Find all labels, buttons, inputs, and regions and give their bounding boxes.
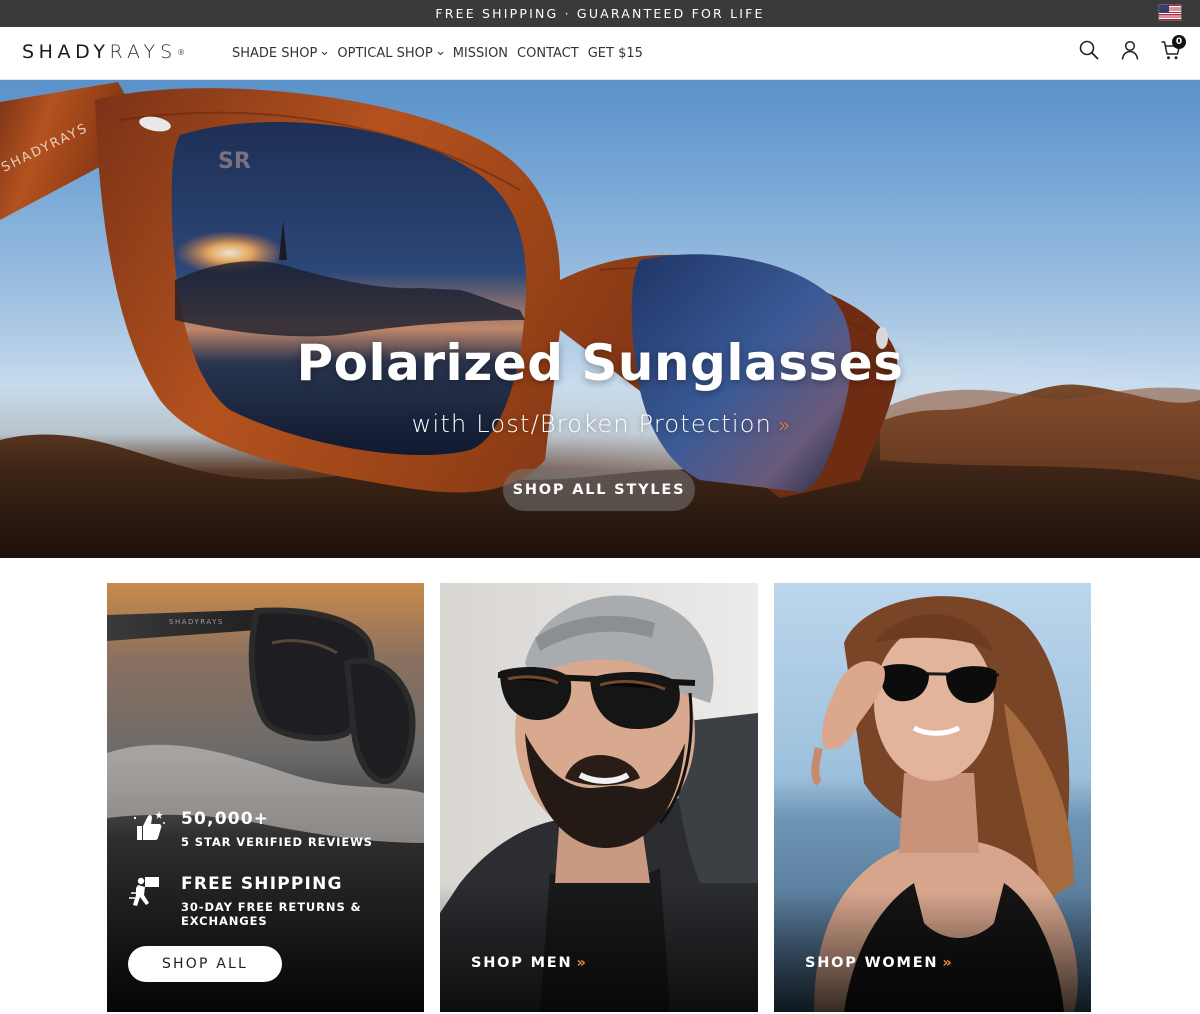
chevron-down-icon <box>322 51 328 56</box>
delivery-person-icon <box>129 877 159 906</box>
shop-all-button[interactable]: SHOP ALL <box>128 946 282 982</box>
woman-with-sunglasses-image <box>774 583 1091 1012</box>
nav-item-label: GET $15 <box>587 46 643 61</box>
nav-item-optical-shop[interactable]: OPTICAL SHOP <box>337 46 444 61</box>
nav-item-mission[interactable]: MISSION <box>453 46 508 61</box>
nav-item-contact[interactable]: CONTACT <box>517 46 579 61</box>
site-header: SHADYRAYS® SHADE SHOP OPTICAL SHOP MISSI… <box>0 27 1200 80</box>
double-chevron-icon: » <box>576 955 585 971</box>
cart-icon[interactable]: 0 <box>1160 35 1186 61</box>
announcement-bar: FREE SHIPPING · GUARANTEED FOR LIFE <box>0 0 1200 27</box>
nav-item-label: MISSION <box>452 46 509 61</box>
nav-item-label: SHADE SHOP <box>232 46 318 61</box>
header-icons: 0 <box>1078 35 1186 61</box>
lens-mark-text: SR <box>218 149 251 174</box>
us-flag-icon[interactable] <box>1159 5 1181 20</box>
nav-item-label: OPTICAL SHOP <box>337 46 433 61</box>
nav-item-label: CONTACT <box>517 46 579 61</box>
double-chevron-icon: » <box>778 413 790 437</box>
hero-title: Polarized Sunglasses <box>296 334 904 392</box>
search-icon[interactable] <box>1078 39 1100 61</box>
tile-shop-men[interactable]: SHOP MEN» <box>440 583 758 1012</box>
announcement-text: FREE SHIPPING · GUARANTEED FOR LIFE <box>435 6 765 21</box>
shipping-title: FREE SHIPPING <box>181 874 343 894</box>
logo-rays: RAYS <box>109 41 178 63</box>
tile-shop-women[interactable]: SHOP WOMEN» <box>774 583 1091 1012</box>
shop-women-link[interactable]: SHOP WOMEN» <box>805 955 952 971</box>
chevron-down-icon <box>437 51 444 56</box>
account-icon[interactable] <box>1119 39 1141 61</box>
shop-all-styles-button[interactable]: SHOP ALL STYLES <box>503 469 695 511</box>
thumbs-up-icon <box>133 811 165 840</box>
nav-item-get-15[interactable]: GET $15 <box>588 46 643 61</box>
shop-men-label: SHOP MEN <box>471 955 573 971</box>
logo-shady: SHADY <box>22 41 110 63</box>
logo[interactable]: SHADYRAYS® <box>22 41 185 63</box>
reviews-count: 50,000+ <box>181 809 270 829</box>
reviews-feature: 50,000+ 5 STAR VERIFIED REVIEWS <box>129 808 373 849</box>
cart-count-badge: 0 <box>1172 35 1186 49</box>
shop-women-label: SHOP WOMEN <box>805 955 939 971</box>
shipping-text: 30-DAY FREE RETURNS & EXCHANGES <box>181 900 362 928</box>
hero-subtitle: with Lost/Broken Protection <box>411 410 773 438</box>
hero-banner: SHADYRAYS SR Polarized Sunglasses with L… <box>0 80 1200 558</box>
tile-shop-all[interactable]: SHADYRAYS 50,000+ 5 STAR VERIFIED REVIEW… <box>107 583 424 1012</box>
shipping-feature: FREE SHIPPING 30-DAY FREE RETURNS & EXCH… <box>129 873 424 928</box>
double-chevron-icon: » <box>942 955 951 971</box>
shop-men-link[interactable]: SHOP MEN» <box>471 955 586 971</box>
logo-registered-mark: ® <box>177 48 186 57</box>
nav-item-shade-shop[interactable]: SHADE SHOP <box>232 46 328 61</box>
tile-brand-mark: SHADYRAYS <box>169 618 224 626</box>
reviews-text: 5 STAR VERIFIED REVIEWS <box>181 835 373 849</box>
man-with-sunglasses-image <box>440 583 758 1012</box>
hero-subtitle-link[interactable]: with Lost/Broken Protection» <box>0 410 1200 438</box>
main-nav: SHADE SHOP OPTICAL SHOP MISSION CONTACT … <box>232 27 643 80</box>
